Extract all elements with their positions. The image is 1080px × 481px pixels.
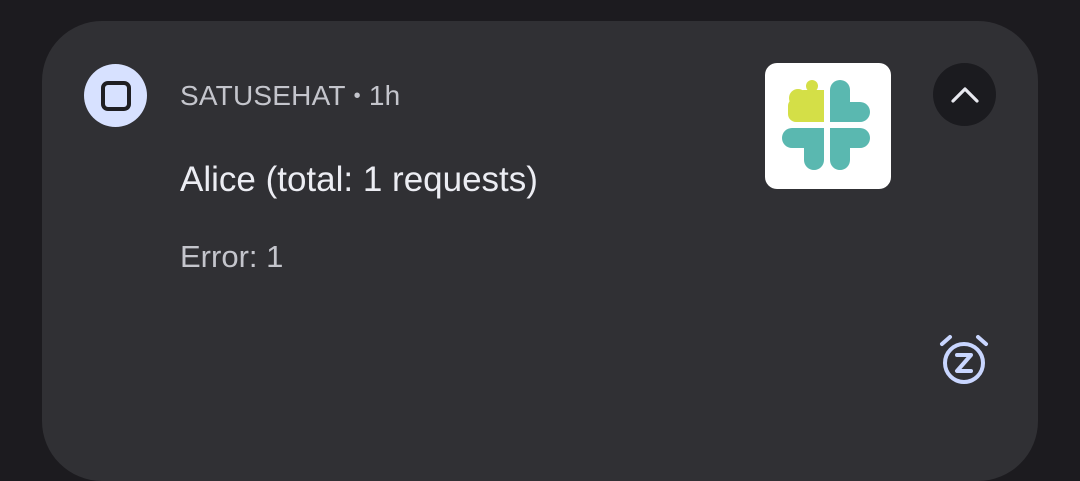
satusehat-logo [765,63,891,189]
notification-time: 1h [368,80,401,111]
snooze-button[interactable] [934,330,994,390]
expand-button[interactable] [933,63,996,126]
header-separator: • [353,84,361,107]
notification-body: Error: 1 [180,239,284,274]
notification-title: Alice (total: 1 requests) [180,160,538,199]
notification-header: SATUSEHAT • 1h [180,76,400,116]
chevron-up-icon [950,86,979,103]
app-square-icon [84,64,147,127]
app-name: SATUSEHAT [180,80,346,111]
snooze-alarm-icon [940,335,988,384]
